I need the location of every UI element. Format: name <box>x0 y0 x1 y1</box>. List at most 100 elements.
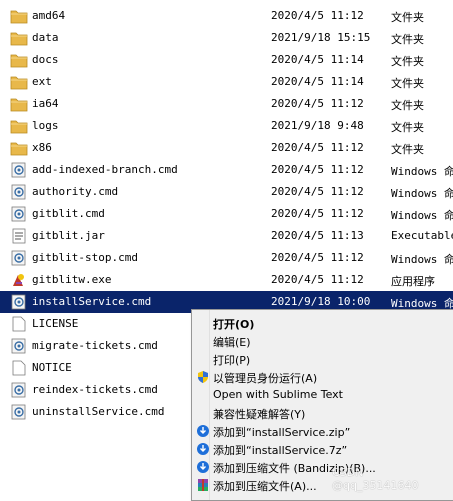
context-menu-item-label: 编辑(E) <box>213 336 251 349</box>
file-name: data <box>32 31 59 44</box>
file-date-modified: 2020/4/5 11:12 <box>271 163 364 176</box>
file-type: 文件夹 <box>391 55 424 68</box>
file-date-modified: 2020/4/5 11:12 <box>271 207 364 220</box>
context-menu-item-label: 添加到“installService.zip” <box>213 426 351 439</box>
file-name: gitblitw.exe <box>32 273 112 286</box>
shield-icon <box>196 370 210 384</box>
file-date-modified: 2020/4/5 11:14 <box>271 75 364 88</box>
file-date-modified: 2020/4/5 11:12 <box>271 9 364 22</box>
file-type: 文件夹 <box>391 77 424 90</box>
file-date-modified: 2020/4/5 11:13 <box>271 229 364 242</box>
file-name: ext <box>32 75 52 88</box>
bandizip-icon <box>196 442 210 456</box>
file-name: installService.cmd <box>32 295 152 308</box>
folder-icon <box>10 51 28 69</box>
file-type: 文件夹 <box>391 11 424 24</box>
folder-icon <box>10 7 28 25</box>
file-type: Windows 命 <box>391 253 453 266</box>
file-date-modified: 2020/4/5 11:12 <box>271 97 364 110</box>
file-date-modified: 2021/9/18 9:48 <box>271 119 364 132</box>
bandizip-icon <box>196 460 210 474</box>
context-menu-item-label: 打开(O) <box>213 318 255 331</box>
cmd-script-icon <box>10 249 28 267</box>
context-menu-item-label: 添加到“installService.7z” <box>213 444 348 457</box>
context-menu-item[interactable]: 以管理员身份运行(A) <box>192 368 453 386</box>
exe-app-icon <box>10 271 28 289</box>
folder-icon <box>10 29 28 47</box>
cmd-script-icon <box>10 205 28 223</box>
file-name: gitblit.jar <box>32 229 105 242</box>
folder-icon <box>10 139 28 157</box>
file-name: LICENSE <box>32 317 79 330</box>
file-type: 文件夹 <box>391 121 424 134</box>
file-row[interactable]: ext 2020/4/5 11:14 文件夹 <box>0 71 453 93</box>
file-type: Windows 命 <box>391 165 453 178</box>
file-name: NOTICE <box>32 361 72 374</box>
file-name: migrate-tickets.cmd <box>32 339 158 352</box>
context-menu-item[interactable]: 编辑(E) <box>192 332 453 350</box>
file-row[interactable]: amd64 2020/4/5 11:12 文件夹 <box>0 5 453 27</box>
blank-file-icon <box>10 315 28 333</box>
file-name: gitblit.cmd <box>32 207 105 220</box>
context-menu-item-label: 以管理员身份运行(A) <box>213 372 318 385</box>
cmd-script-icon <box>10 183 28 201</box>
file-name: x86 <box>32 141 52 154</box>
file-name: logs <box>32 119 59 132</box>
context-menu-item[interactable]: 添加到“installService.zip” <box>192 422 453 440</box>
file-name: ia64 <box>32 97 59 110</box>
file-date-modified: 2020/4/5 11:12 <box>271 251 364 264</box>
context-menu-item[interactable]: 添加到“installService.7z” <box>192 440 453 458</box>
folder-icon <box>10 73 28 91</box>
file-row[interactable]: x86 2020/4/5 11:12 文件夹 <box>0 137 453 159</box>
bandizip-icon <box>196 424 210 438</box>
file-name: gitblit-stop.cmd <box>32 251 138 264</box>
file-type: Windows 命 <box>391 187 453 200</box>
file-name: amd64 <box>32 9 66 22</box>
context-menu-item[interactable]: Open with Sublime Text <box>192 386 453 404</box>
folder-icon <box>10 117 28 135</box>
watermark: CSDN @qq_35141640 <box>332 466 419 492</box>
cmd-script-icon <box>10 403 28 421</box>
context-menu-item-label: 兼容性疑难解答(Y) <box>213 408 306 421</box>
file-date-modified: 2020/4/5 11:14 <box>271 53 364 66</box>
file-name: reindex-tickets.cmd <box>32 383 158 396</box>
cmd-script-icon <box>10 381 28 399</box>
file-name: docs <box>32 53 59 66</box>
folder-icon <box>10 95 28 113</box>
file-name: uninstallService.cmd <box>32 405 165 418</box>
file-row[interactable]: gitblit.jar 2020/4/5 11:13 Executable <box>0 225 453 247</box>
blank-file-icon <box>10 359 28 377</box>
file-name: add-indexed-branch.cmd <box>32 163 178 176</box>
file-row[interactable]: logs 2021/9/18 9:48 文件夹 <box>0 115 453 137</box>
file-row[interactable]: gitblit.cmd 2020/4/5 11:12 Windows 命 <box>0 203 453 225</box>
jar-file-icon <box>10 227 28 245</box>
context-menu-item[interactable]: 兼容性疑难解答(Y) <box>192 404 453 422</box>
file-type: Executable <box>391 229 453 242</box>
cmd-script-icon <box>10 161 28 179</box>
file-row[interactable]: ia64 2020/4/5 11:12 文件夹 <box>0 93 453 115</box>
file-date-modified: 2020/4/5 11:12 <box>271 141 364 154</box>
winrar-icon <box>196 478 210 492</box>
context-menu-item-label: 添加到压缩文件(A)... <box>213 480 317 493</box>
file-type: 应用程序 <box>391 275 435 288</box>
file-row[interactable]: authority.cmd 2020/4/5 11:12 Windows 命 <box>0 181 453 203</box>
context-menu-item-label: Open with Sublime Text <box>213 388 343 401</box>
context-menu-item[interactable]: 打开(O) <box>192 314 453 332</box>
file-type: 文件夹 <box>391 33 424 46</box>
file-row[interactable]: docs 2020/4/5 11:14 文件夹 <box>0 49 453 71</box>
file-row[interactable]: gitblit-stop.cmd 2020/4/5 11:12 Windows 命 <box>0 247 453 269</box>
file-row[interactable]: add-indexed-branch.cmd 2020/4/5 11:12 Wind… <box>0 159 453 181</box>
file-name: authority.cmd <box>32 185 119 198</box>
file-row[interactable]: data 2021/9/18 15:15 文件夹 <box>0 27 453 49</box>
file-type: 文件夹 <box>391 99 424 112</box>
file-row[interactable]: gitblitw.exe 2020/4/5 11:12 应用程序 <box>0 269 453 291</box>
context-menu-item-label: 打印(P) <box>213 354 251 367</box>
file-date-modified: 2020/4/5 11:12 <box>271 185 364 198</box>
cmd-script-icon <box>10 337 28 355</box>
file-type: Windows 命 <box>391 209 453 222</box>
context-menu-item[interactable]: 打印(P) <box>192 350 453 368</box>
file-type: 文件夹 <box>391 143 424 156</box>
file-date-modified: 2021/9/18 10:00 <box>271 295 371 308</box>
file-date-modified: 2021/9/18 15:15 <box>271 31 371 44</box>
file-date-modified: 2020/4/5 11:12 <box>271 273 364 286</box>
